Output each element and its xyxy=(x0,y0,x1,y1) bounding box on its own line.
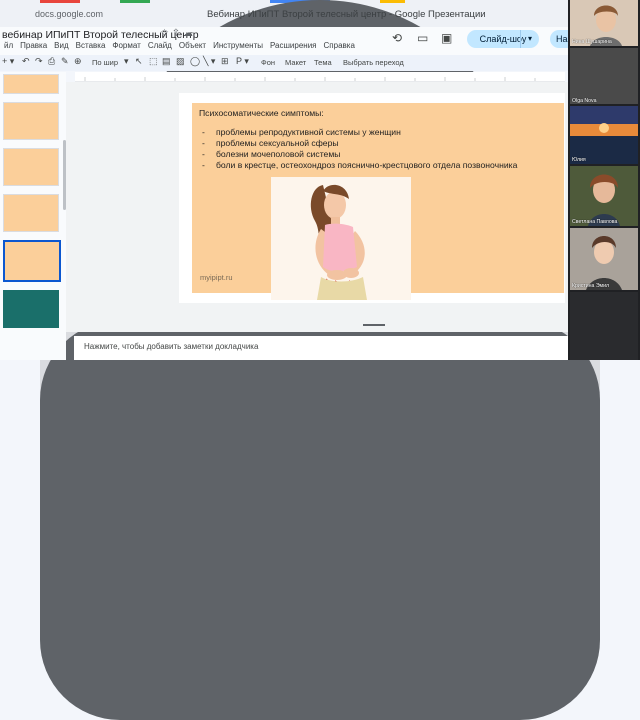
slide-thumbnail-selected[interactable] xyxy=(3,240,61,282)
participant-name: Светлана Павлова xyxy=(572,219,618,225)
comments-icon[interactable]: ▭ xyxy=(417,31,428,45)
text-format-icon[interactable]: P ▾ xyxy=(236,56,249,67)
slide-thumbnail[interactable] xyxy=(3,194,59,232)
participant-name: Кристина Эмил xyxy=(572,283,610,289)
participant-tile[interactable]: Olga Nova xyxy=(570,48,638,104)
menu-object[interactable]: Объект xyxy=(179,41,206,50)
list-item: проблемы сексуальной сферы xyxy=(202,138,517,149)
shape-icon[interactable]: ◯ xyxy=(190,56,200,67)
list-item: боли в крестце, остеохондроз пояснично-к… xyxy=(202,160,517,171)
woman-illustration[interactable] xyxy=(271,177,411,300)
comment-add-icon[interactable]: ⊞ xyxy=(221,56,229,67)
toolbar xyxy=(0,55,568,71)
menu-edit[interactable]: Правка xyxy=(20,41,47,50)
zoom-icon[interactable]: ⊕ xyxy=(74,56,82,67)
window-title: Вебинар ИПиПТ Второй телесный центр - Go… xyxy=(207,9,486,20)
slide-thumbnail[interactable] xyxy=(3,148,59,186)
paint-format-icon[interactable]: ✎ xyxy=(61,56,69,67)
horizontal-ruler xyxy=(75,72,565,82)
background-button[interactable]: Фон xyxy=(261,58,275,67)
frame-select-icon[interactable]: ⬚ xyxy=(149,56,158,67)
menu-extensions[interactable]: Расширения xyxy=(270,41,317,50)
select-cursor-icon[interactable]: ↖ xyxy=(135,56,143,67)
menu-tools[interactable]: Инструменты xyxy=(213,41,263,50)
slideshow-dropdown-icon[interactable]: ▾ xyxy=(520,30,539,48)
menu-help[interactable]: Справка xyxy=(324,41,355,50)
participant-video xyxy=(570,106,638,164)
slide-heading[interactable]: Психосоматические симптомы: xyxy=(199,108,324,118)
participant-tile[interactable]: Кристина Эмил xyxy=(570,228,638,290)
speaker-notes-placeholder[interactable]: Нажмите, чтобы добавить заметки докладчи… xyxy=(84,342,258,351)
meet-icon[interactable]: ▣ xyxy=(441,31,452,45)
participant-name: Нина Шушарина xyxy=(572,39,612,45)
redo-icon[interactable]: ↷ xyxy=(35,56,43,67)
menu-format[interactable]: Формат xyxy=(112,41,140,50)
participant-video xyxy=(570,166,638,226)
symptom-list[interactable]: проблемы репродуктивной системы у женщин… xyxy=(202,127,517,171)
star-icon[interactable]: ☆ ⇪ ☁ xyxy=(160,28,193,39)
zoom-select[interactable]: По шир xyxy=(92,58,118,67)
address-bar-url[interactable]: docs.google.com xyxy=(35,9,103,19)
image-icon[interactable]: ▨ xyxy=(176,56,185,67)
undo-icon[interactable]: ↶ xyxy=(22,56,30,67)
menu-file[interactable]: йл xyxy=(4,41,13,50)
participant-video xyxy=(570,228,638,290)
participant-name: Olga Nova xyxy=(572,98,597,104)
participant-tile[interactable] xyxy=(570,292,638,360)
notes-resize-handle[interactable] xyxy=(363,324,385,326)
slide-thumbnail[interactable] xyxy=(3,74,59,94)
history-icon[interactable]: ⟲ xyxy=(392,31,402,45)
list-item: болезни мочеполовой системы xyxy=(202,149,517,160)
menu-bar: йл Правка Вид Вставка Формат Слайд Объект Инстр… xyxy=(4,41,362,50)
slide-thumbnail[interactable] xyxy=(3,102,59,140)
print-icon[interactable]: ⎙ xyxy=(48,56,55,67)
participant-tile[interactable]: Юлия xyxy=(570,106,638,164)
theme-button[interactable]: Тема xyxy=(314,58,332,67)
list-item: проблемы репродуктивной системы у женщин xyxy=(202,127,517,138)
transition-button[interactable]: Выбрать переход xyxy=(343,58,404,67)
participant-tile[interactable]: Нина Шушарина xyxy=(570,0,638,46)
slide-thumbnail[interactable] xyxy=(3,290,59,328)
slide-watermark: myipipt.ru xyxy=(200,273,233,282)
thumbnail-panel-footer xyxy=(0,332,66,360)
new-slide-icon[interactable]: + ▾ xyxy=(2,56,14,67)
participant-tile[interactable]: Светлана Павлова xyxy=(570,166,638,226)
menu-view[interactable]: Вид xyxy=(54,41,68,50)
line-icon[interactable]: ╲ ▾ xyxy=(203,56,215,67)
participant-name: Юлия xyxy=(572,157,586,163)
layout-button[interactable]: Макет xyxy=(285,58,306,67)
share-button-label: На xyxy=(556,34,568,44)
menu-insert[interactable]: Вставка xyxy=(76,41,106,50)
menu-slide[interactable]: Слайд xyxy=(148,41,172,50)
zoom-dropdown-icon[interactable]: ▾ xyxy=(124,56,129,67)
text-box-icon[interactable]: ▤ xyxy=(162,56,171,67)
